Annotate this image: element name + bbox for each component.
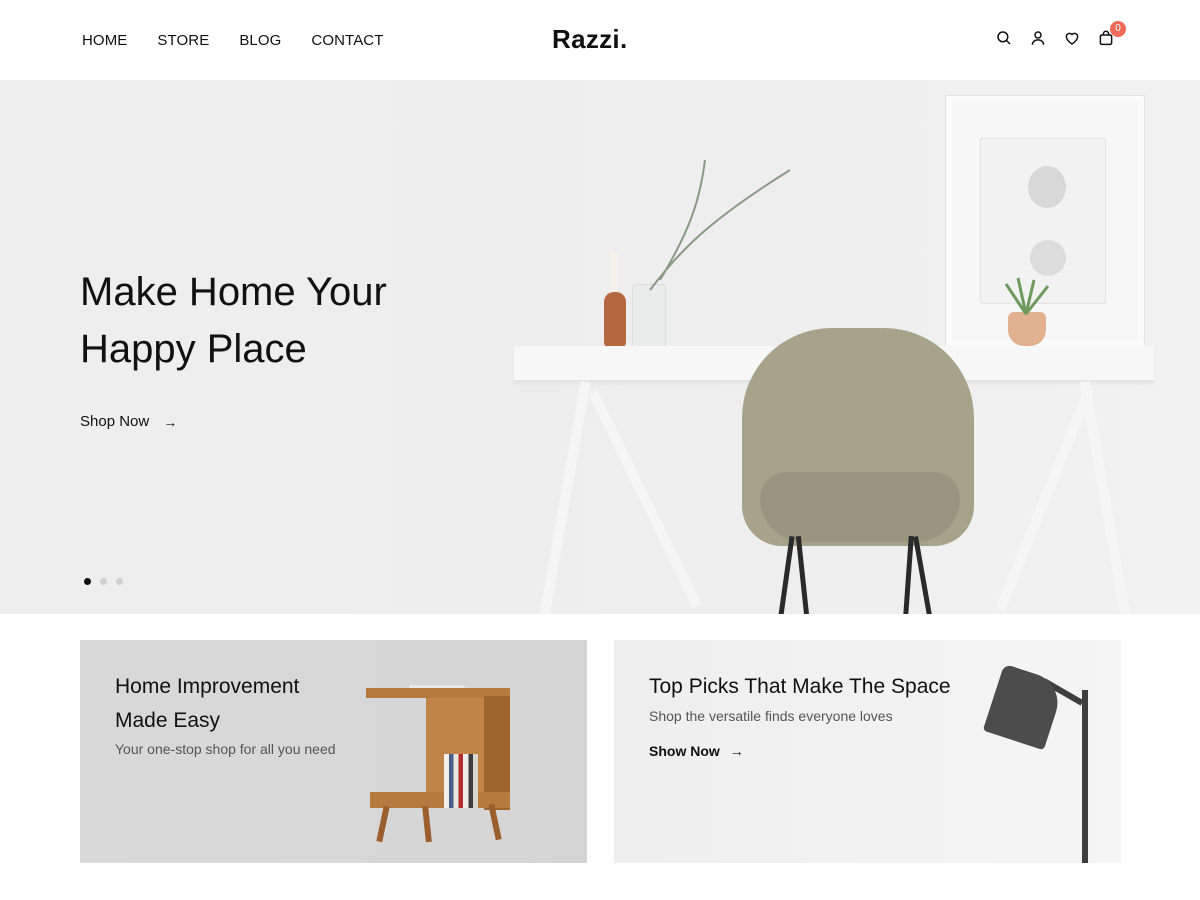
nav-contact-link[interactable]: CONTACT [311, 32, 383, 49]
banner-title: Top Picks That Make The Space [649, 670, 951, 704]
slider-dot-1[interactable] [84, 578, 91, 585]
desk-leg [588, 389, 702, 609]
hero-title-line: Make Home Your [80, 270, 387, 314]
slider-dot-2[interactable] [100, 578, 107, 585]
heart-icon[interactable] [1062, 28, 1082, 48]
banner-show-now-link[interactable]: Show Now → [649, 743, 744, 759]
nav-home-link[interactable]: HOME [82, 32, 127, 49]
plant-pot-image [1008, 312, 1046, 346]
hero-shop-now-link[interactable]: Shop Now → [80, 413, 177, 430]
chair-leg [903, 535, 914, 614]
banner-cta-label: Show Now [649, 743, 720, 759]
chair-leg [795, 535, 810, 614]
arrow-right-icon: → [729, 743, 744, 759]
floor-lamp-image [982, 663, 1066, 751]
candle-image [610, 252, 618, 294]
promo-banner-home-improvement[interactable]: Home Improvement Made Easy Your one-stop… [80, 640, 587, 863]
table-leg [422, 805, 432, 843]
site-logo[interactable]: Razzi. [552, 24, 627, 55]
desk-leg [1079, 380, 1131, 614]
lamp-pole [1082, 690, 1088, 863]
header-actions: 0 [994, 21, 1130, 48]
chair-leg [778, 536, 795, 614]
chair-leg [913, 536, 932, 614]
artwork-shape [1030, 240, 1066, 276]
banner-subtitle: Shop the versatile finds everyone loves [649, 708, 893, 724]
desk-leg [539, 380, 591, 614]
banner-title-line: Home Improvement [115, 675, 300, 698]
hero-title: Make Home Your Happy Place [80, 264, 440, 378]
plant-leaves-image [1004, 277, 1050, 315]
books-image [444, 754, 478, 808]
site-header: HOME STORE BLOG CONTACT Razzi. 0 [0, 0, 1200, 80]
eucalyptus-branch-image [649, 160, 791, 291]
banner-title-line: Made Easy [115, 709, 221, 732]
desk-leg [995, 386, 1095, 612]
user-icon[interactable] [1028, 28, 1048, 48]
nav-blog-link[interactable]: BLOG [239, 32, 281, 49]
hero-slider: Make Home Your Happy Place Shop Now → [0, 80, 1200, 614]
chair-shadow [760, 472, 960, 542]
arrow-right-icon: → [163, 413, 178, 430]
table-leg [376, 805, 390, 843]
banner-title-line: Top Picks That Make The Space [649, 675, 951, 698]
promo-banner-top-picks[interactable]: Top Picks That Make The Space Shop the v… [614, 640, 1121, 863]
nav-store-link[interactable]: STORE [157, 32, 209, 49]
candle-holder-image [604, 292, 626, 348]
search-icon[interactable] [994, 28, 1014, 48]
cart-count-badge: 0 [1110, 21, 1126, 37]
hero-title-line: Happy Place [80, 327, 307, 371]
hero-cta-label: Shop Now [80, 413, 150, 430]
banner-subtitle: Your one-stop shop for all you need [115, 741, 336, 757]
slider-pagination [84, 578, 132, 585]
main-nav: HOME STORE BLOG CONTACT [82, 32, 414, 49]
banner-title: Home Improvement Made Easy [115, 670, 299, 738]
slider-dot-3[interactable] [116, 578, 123, 585]
bag-icon[interactable]: 0 [1096, 21, 1126, 48]
artwork-shape [1028, 166, 1066, 208]
